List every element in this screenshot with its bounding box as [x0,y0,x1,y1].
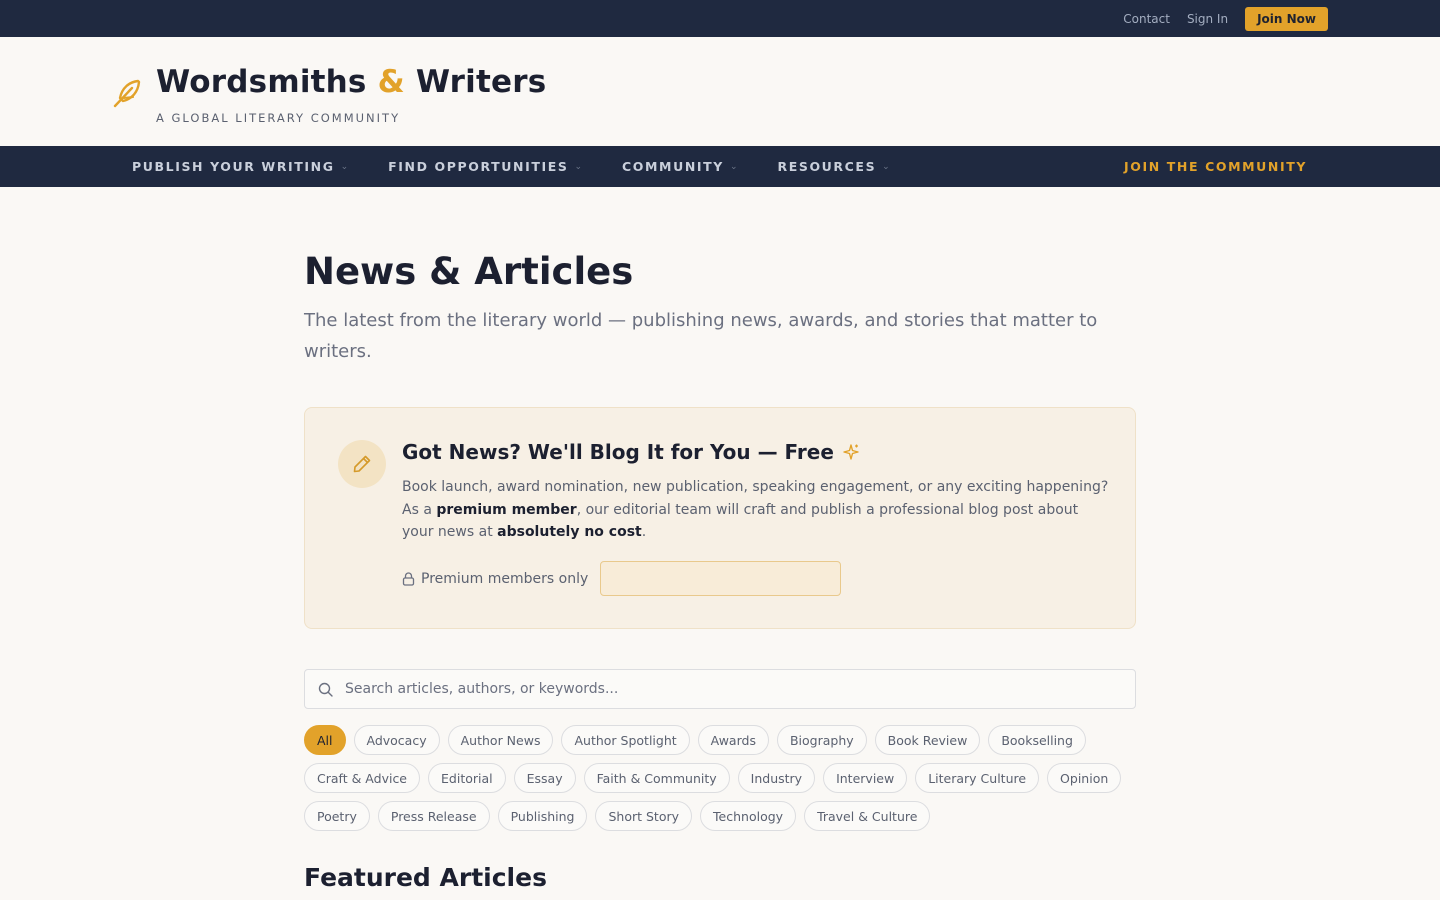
tag-all[interactable]: All [304,725,346,755]
main-navigation: PUBLISH YOUR WRITING ⌄ FIND OPPORTUNITIE… [0,146,1440,187]
tag-author-news[interactable]: Author News [447,725,554,755]
tag-author-spotlight[interactable]: Author Spotlight [561,725,690,755]
feather-icon[interactable] [111,75,145,109]
search-input[interactable] [345,681,1105,697]
tag-advocacy[interactable]: Advocacy [353,725,440,755]
article-search [304,669,1136,709]
chevron-down-icon: ⌄ [729,161,738,172]
tag-technology[interactable]: Technology [700,801,797,831]
premium-note: Premium members only [402,571,588,587]
page-subtitle: The latest from the literary world — pub… [304,310,1098,362]
tag-row: Craft & Advice Editorial Essay Faith & C… [304,763,1136,793]
submit-news-button[interactable] [600,561,842,596]
tag-book-review[interactable]: Book Review [874,725,981,755]
site-title[interactable]: Wordsmiths & Writers [156,64,546,100]
tag-biography[interactable]: Biography [776,725,867,755]
tag-travel-culture[interactable]: Travel & Culture [804,801,931,831]
site-title-part2: Writers [415,64,547,100]
tag-row: Poetry Press Release Publishing Short St… [304,801,1136,831]
tag-faith-community[interactable]: Faith & Community [583,763,730,793]
chevron-down-icon: ⌄ [340,161,349,172]
promo-body-bold: premium member [436,501,577,518]
nav-item-label: FIND OPPORTUNITIES [388,159,569,174]
nav-item-publish-your-writing[interactable]: PUBLISH YOUR WRITING ⌄ [132,159,348,174]
lock-icon [402,571,415,586]
nav-item-resources[interactable]: RESOURCES ⌄ [777,159,889,174]
category-filters: All Advocacy Author News Author Spotligh… [304,725,1136,839]
nav-item-label: COMMUNITY [622,159,724,174]
nav-item-find-opportunities[interactable]: FIND OPPORTUNITIES ⌄ [388,159,582,174]
tag-bookselling[interactable]: Bookselling [988,725,1086,755]
brand-header: Wordsmiths & Writers A GLOBAL LITERARY C… [0,37,1440,146]
promo-body: Book launch, award nomination, new publi… [402,476,1112,544]
tag-row: All Advocacy Author News Author Spotligh… [304,725,1136,755]
tag-industry[interactable]: Industry [737,763,816,793]
tag-awards[interactable]: Awards [697,725,769,755]
chevron-down-icon: ⌄ [882,161,890,172]
nav-item-community[interactable]: COMMUNITY ⌄ [622,159,737,174]
sparkle-icon [843,444,859,460]
tag-publishing[interactable]: Publishing [497,801,588,831]
premium-note-label: Premium members only [421,570,589,587]
premium-row: Premium members only [402,561,842,596]
chevron-down-icon: ⌄ [574,161,583,172]
tag-craft-advice[interactable]: Craft & Advice [304,763,421,793]
featured-articles-heading: Featured Articles [304,863,547,892]
page-title: News & Articles [304,250,634,293]
promo-body-text: . [641,524,647,540]
news-promo-card: Got News? We'll Blog It for You — Free B… [304,407,1136,629]
tag-interview[interactable]: Interview [823,763,908,793]
promo-body-bold: absolutely no cost [497,524,642,540]
tag-opinion[interactable]: Opinion [1047,763,1122,793]
contact-link[interactable]: Contact [1123,12,1170,26]
site-title-part1: Wordsmiths [156,64,367,100]
promo-title: Got News? We'll Blog It for You — Free [402,440,860,464]
sign-in-link[interactable]: Sign In [1187,12,1228,26]
site-title-amp: & [377,64,405,100]
tag-literary-culture[interactable]: Literary Culture [915,763,1040,793]
tag-press-release[interactable]: Press Release [377,801,490,831]
join-now-button[interactable]: Join Now [1245,6,1328,31]
join-community-link[interactable]: JOIN THE COMMUNITY [1124,159,1307,174]
promo-title-text: Got News? We'll Blog It for You — Free [402,440,834,464]
search-icon [318,682,333,697]
tag-editorial[interactable]: Editorial [428,763,506,793]
tag-poetry[interactable]: Poetry [304,801,370,831]
tag-essay[interactable]: Essay [513,763,576,793]
nav-item-label: RESOURCES [777,159,877,174]
site-tagline: A GLOBAL LITERARY COMMUNITY [156,111,401,125]
top-utility-bar: Contact Sign In Join Now [0,0,1440,37]
tag-short-story[interactable]: Short Story [595,801,693,831]
pencil-icon [338,440,386,488]
nav-item-label: PUBLISH YOUR WRITING [132,159,335,174]
